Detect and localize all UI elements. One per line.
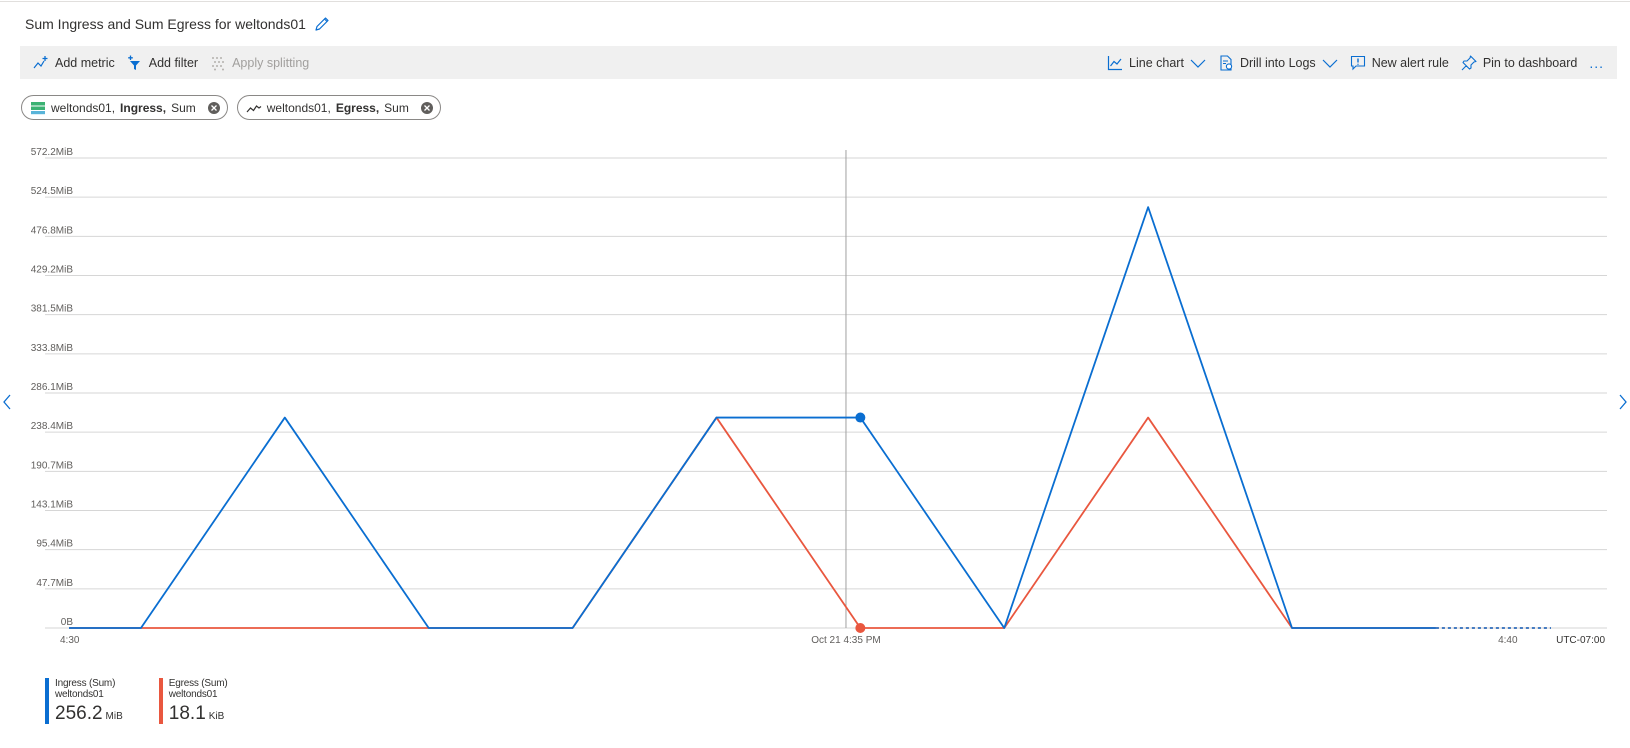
more-options-icon: ... xyxy=(1589,54,1604,71)
pin-to-dashboard-label: Pin to dashboard xyxy=(1482,55,1578,70)
logs-document-icon xyxy=(1220,54,1233,71)
apply-splitting-button[interactable]: Apply splitting xyxy=(205,46,314,79)
legend-series-name: Egress (Sum) xyxy=(168,678,228,689)
y-tick-label: 238.4MiB xyxy=(31,421,74,432)
series-marker-ingress xyxy=(855,412,866,423)
remove-metric-close-icon[interactable] xyxy=(420,101,433,114)
pin-icon xyxy=(1461,54,1477,70)
toolbar-left-group: Add metric Add filter Apply splitting xyxy=(28,46,314,79)
x-tick-label: Oct 21 4:35 PM xyxy=(811,635,880,646)
y-tick-label: 429.2MiB xyxy=(31,265,74,276)
pill-resource: weltonds01, xyxy=(266,100,331,115)
y-tick-label: 47.7MiB xyxy=(36,578,73,589)
y-tick-label: 190.7MiB xyxy=(31,460,74,471)
y-tick-label: 0B xyxy=(61,617,74,628)
edit-title-pencil-icon[interactable] xyxy=(314,16,330,32)
pill-resource: weltonds01, xyxy=(51,100,116,115)
add-metric-label: Add metric xyxy=(55,55,115,70)
chart-title: Sum Ingress and Sum Egress for weltonds0… xyxy=(25,16,306,32)
y-tick-label: 476.8MiB xyxy=(31,225,74,236)
drill-into-logs-dropdown[interactable]: Drill into Logs xyxy=(1213,46,1343,79)
pin-to-dashboard-button[interactable]: Pin to dashboard xyxy=(1456,46,1583,79)
y-tick-label: 381.5MiB xyxy=(31,304,74,315)
chart-legend: Ingress (Sum) weltonds01 256.2 MiB Egres… xyxy=(45,678,228,724)
metric-pill-ingress[interactable]: weltonds01, Ingress, Sum xyxy=(21,95,228,120)
toolbar-right-group: Line chart Drill into Logs New alert rul… xyxy=(1102,46,1609,79)
metrics-line-chart[interactable]: 0B 47.7MiB 95.4MiB 143.1MiB 190.7MiB 238.4MiB… xyxy=(0,140,1630,680)
add-filter-button[interactable]: Add filter xyxy=(122,46,203,79)
legend-item-ingress[interactable]: Ingress (Sum) weltonds01 256.2 MiB xyxy=(45,678,123,724)
drill-into-logs-label: Drill into Logs xyxy=(1239,55,1316,70)
more-options-button[interactable]: ... xyxy=(1584,46,1609,79)
metric-pill-egress[interactable]: weltonds01, Egress, Sum xyxy=(236,95,441,120)
legend-item-egress[interactable]: Egress (Sum) weltonds01 18.1 KiB xyxy=(158,678,228,724)
x-tick-label: 4:30 xyxy=(60,635,80,646)
new-alert-rule-button[interactable]: New alert rule xyxy=(1345,46,1454,79)
y-tick-label: 333.8MiB xyxy=(31,343,74,354)
add-filter-icon xyxy=(127,55,140,70)
y-tick-label: 286.1MiB xyxy=(31,382,74,393)
storage-icon xyxy=(31,101,45,114)
add-metric-icon xyxy=(33,55,48,68)
remove-metric-close-icon[interactable] xyxy=(207,101,220,114)
line-metric-icon xyxy=(246,104,262,112)
legend-value: 256.2 xyxy=(55,703,103,724)
y-tick-label: 95.4MiB xyxy=(36,539,73,550)
y-tick-label: 572.2MiB xyxy=(31,147,74,158)
series-line-ingress xyxy=(69,206,1436,629)
legend-unit: MiB xyxy=(105,711,123,722)
legend-unit: KiB xyxy=(208,711,225,722)
timezone-label: UTC-07:00 xyxy=(1556,635,1605,646)
y-tick-label: 143.1MiB xyxy=(31,500,74,511)
pill-aggregation: Sum xyxy=(171,100,196,115)
legend-color-swatch xyxy=(158,678,163,724)
series-marker-egress xyxy=(855,622,866,633)
apply-splitting-icon xyxy=(212,56,225,70)
legend-series-name: Ingress (Sum) xyxy=(55,678,116,689)
chart-toolbar: Add metric Add filter Apply splitting Li… xyxy=(20,46,1617,79)
legend-value: 18.1 xyxy=(168,703,206,724)
legend-resource-name: weltonds01 xyxy=(55,689,104,700)
add-filter-label: Add filter xyxy=(148,55,199,70)
add-metric-button[interactable]: Add metric xyxy=(28,46,120,79)
alert-icon xyxy=(1350,55,1365,70)
top-border xyxy=(0,1,1630,2)
y-tick-label: 524.5MiB xyxy=(31,186,74,197)
line-chart-dropdown[interactable]: Line chart xyxy=(1102,46,1211,79)
metric-pills: weltonds01, Ingress, Sum weltonds01, Egress… xyxy=(21,95,441,120)
legend-color-swatch xyxy=(45,678,49,724)
chart-title-row: Sum Ingress and Sum Egress for weltonds0… xyxy=(25,14,330,34)
apply-splitting-label: Apply splitting xyxy=(232,55,310,70)
legend-resource-name: weltonds01 xyxy=(168,689,218,700)
chevron-down-icon xyxy=(1322,59,1338,68)
pill-metric: Ingress, xyxy=(120,100,167,115)
new-alert-rule-label: New alert rule xyxy=(1371,55,1449,70)
x-tick-label: 4:40 xyxy=(1498,635,1518,646)
line-chart-icon xyxy=(1107,55,1123,70)
pill-aggregation: Sum xyxy=(384,100,409,115)
line-chart-label: Line chart xyxy=(1129,55,1184,70)
chevron-down-icon xyxy=(1190,59,1206,68)
pill-metric: Egress, xyxy=(335,100,380,115)
